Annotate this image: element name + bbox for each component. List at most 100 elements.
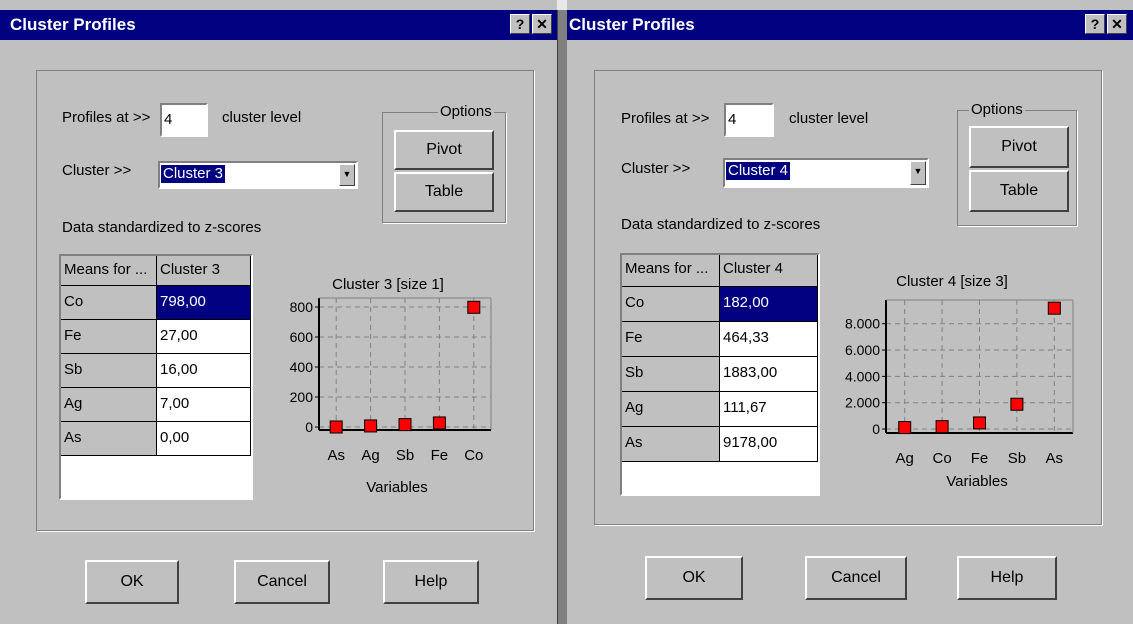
cancel-button[interactable]: Cancel <box>805 556 907 600</box>
cluster-label: Cluster >> <box>62 162 132 179</box>
x-tick-label: Fe <box>971 450 989 467</box>
cluster-select[interactable]: Cluster 4 ▼ <box>723 158 929 188</box>
help-icon[interactable]: ? <box>510 14 530 34</box>
options-label: Options <box>438 103 494 120</box>
cluster-select-value: Cluster 3 <box>159 164 227 184</box>
y-tick-label: 800 <box>290 299 314 315</box>
cluster-select-value: Cluster 4 <box>724 161 792 181</box>
table-header-variable[interactable]: Means for ... <box>622 255 720 287</box>
table-cell[interactable]: 7,00 <box>157 388 251 422</box>
cancel-button-label: Cancel <box>257 573 307 590</box>
help-button-label: Help <box>414 573 448 590</box>
x-axis-label: Variables <box>946 473 1007 490</box>
window-title: Cluster Profiles <box>569 15 695 34</box>
table-row-label[interactable]: As <box>622 427 720 462</box>
y-tick-label: 400 <box>290 359 314 375</box>
y-tick-label: 6.000 <box>845 342 880 358</box>
table-cell[interactable]: 111,67 <box>720 392 818 427</box>
y-tick-label: 600 <box>290 329 314 345</box>
table-cell[interactable]: 0,00 <box>157 422 251 456</box>
table-row-label[interactable]: Fe <box>61 320 157 354</box>
chart-title: Cluster 4 [size 3] <box>896 273 1008 290</box>
data-point <box>1010 397 1024 411</box>
x-tick-label: Ag <box>361 447 379 464</box>
x-tick-label: Fe <box>431 447 449 464</box>
data-point <box>398 418 412 432</box>
data-point <box>1047 301 1061 315</box>
table-cell[interactable]: 182,00 <box>720 287 818 322</box>
ok-button-label: OK <box>120 573 144 590</box>
table-row-label[interactable]: Co <box>622 287 720 322</box>
help-button[interactable]: Help <box>957 556 1057 600</box>
table-cell[interactable]: 1883,00 <box>720 357 818 392</box>
data-point <box>329 420 343 434</box>
help-button[interactable]: Help <box>383 560 479 604</box>
cluster-level-label: cluster level <box>222 109 302 126</box>
options-label: Options <box>969 101 1025 118</box>
table-row-label[interactable]: Fe <box>622 322 720 357</box>
x-tick-label: Sb <box>396 447 414 464</box>
cancel-button[interactable]: Cancel <box>234 560 330 604</box>
y-tick-label: 0 <box>305 419 313 435</box>
profiles-level-input[interactable]: 4 <box>160 103 208 137</box>
pivot-button[interactable]: Pivot <box>969 126 1069 168</box>
pivot-button-label: Pivot <box>1001 138 1037 155</box>
z-scores-label: Data standardized to z-scores <box>62 219 262 236</box>
data-point <box>364 419 378 433</box>
ok-button[interactable]: OK <box>645 556 743 600</box>
title-bar[interactable]: Cluster Profiles ? ✕ <box>567 10 1133 40</box>
table-button-label: Table <box>999 182 1039 199</box>
help-icon[interactable]: ? <box>1085 14 1105 34</box>
chevron-down-icon[interactable]: ▼ <box>339 164 355 186</box>
cluster-profiles-dialog-2: Cluster Profiles ? ✕ Profiles at >> 4 cl… <box>567 0 1133 624</box>
data-point <box>973 416 986 430</box>
cancel-button-label: Cancel <box>831 569 881 586</box>
means-table[interactable]: Means for ... Cluster 3 Co 798,00 Fe 27,… <box>59 254 253 500</box>
table-button[interactable]: Table <box>394 172 494 212</box>
profile-chart: Cluster 3 [size 1] Variables 800 600 400 20… <box>256 254 508 500</box>
x-tick-label: As <box>327 447 345 464</box>
table-cell[interactable]: 798,00 <box>157 286 251 320</box>
table-button-label: Table <box>424 183 464 200</box>
table-row-label[interactable]: Ag <box>622 392 720 427</box>
x-tick-label: Co <box>464 447 483 464</box>
table-header-cluster[interactable]: Cluster 4 <box>720 255 818 287</box>
z-scores-label: Data standardized to z-scores <box>621 216 821 233</box>
pivot-button[interactable]: Pivot <box>394 130 494 170</box>
x-axis-label: Variables <box>366 479 427 496</box>
ok-button-label: OK <box>682 569 706 586</box>
profile-chart: Cluster 4 [size 3] Variables 8.000 6.000 4… <box>822 253 1079 496</box>
data-point <box>935 420 949 434</box>
chart-svg: Cluster 4 [size 3] Variables 8.000 6.000 4… <box>845 273 1074 490</box>
chart-svg: Cluster 3 [size 1] Variables 800 600 400 20… <box>290 276 492 496</box>
cluster-select[interactable]: Cluster 3 ▼ <box>158 161 358 189</box>
table-row-label[interactable]: As <box>61 422 157 456</box>
cluster-label: Cluster >> <box>621 160 691 177</box>
table-header-cluster[interactable]: Cluster 3 <box>157 256 251 286</box>
chart-title: Cluster 3 [size 1] <box>332 276 444 293</box>
close-icon[interactable]: ✕ <box>1107 14 1127 34</box>
y-tick-label: 200 <box>290 389 314 405</box>
ok-button[interactable]: OK <box>85 560 179 604</box>
table-cell[interactable]: 9178,00 <box>720 427 818 462</box>
table-button[interactable]: Table <box>969 170 1069 212</box>
cluster-level-label: cluster level <box>789 110 869 127</box>
means-table[interactable]: Means for ... Cluster 4 Co 182,00 Fe 464… <box>620 253 820 496</box>
table-row-label[interactable]: Sb <box>61 354 157 388</box>
profiles-level-input[interactable]: 4 <box>724 103 774 137</box>
table-row-label[interactable]: Co <box>61 286 157 320</box>
table-cell[interactable]: 464,33 <box>720 322 818 357</box>
table-cell[interactable]: 27,00 <box>157 320 251 354</box>
profiles-label: Profiles at >> <box>62 109 151 126</box>
chevron-down-icon[interactable]: ▼ <box>910 161 926 185</box>
title-bar[interactable]: Cluster Profiles ? ✕ <box>0 10 557 40</box>
table-row-label[interactable]: Ag <box>61 388 157 422</box>
data-point <box>432 416 446 430</box>
table-cell[interactable]: 16,00 <box>157 354 251 388</box>
cluster-profiles-dialog-1: Cluster Profiles ? ✕ Profiles at >> 4 cl… <box>0 0 557 624</box>
table-row-label[interactable]: Sb <box>622 357 720 392</box>
window-divider <box>557 0 567 624</box>
data-point <box>898 421 912 435</box>
table-header-variable[interactable]: Means for ... <box>61 256 157 286</box>
close-icon[interactable]: ✕ <box>532 14 552 34</box>
